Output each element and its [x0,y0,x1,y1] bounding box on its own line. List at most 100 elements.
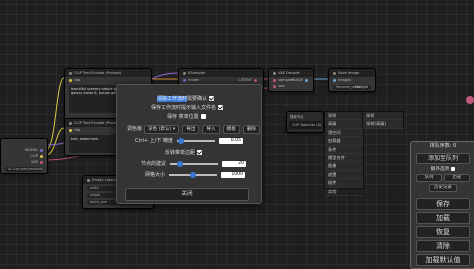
slider-knob[interactable] [176,160,183,167]
palette-label: 调色板 [127,126,143,132]
palette-export-button[interactable]: 导出 [182,125,200,134]
queue-prompt-button[interactable]: 添加至队列 [416,153,470,164]
palette-template-button[interactable]: 模板 [222,125,240,134]
category-item[interactable]: 实验 [325,188,363,197]
history-list-button[interactable]: 历史记录 [429,184,457,192]
output-port-image[interactable]: IMAGE [291,77,310,83]
subcategory-item[interactable]: 采样 [363,112,403,121]
extra-options-row[interactable]: 额外选项 [411,166,474,174]
close-button[interactable]: 关闭 [125,188,249,201]
vae-decode-node[interactable]: VAE Decode samples IMAGE vae [268,68,314,92]
input-port-model[interactable]: model LATENT [179,77,263,83]
node-collapse-dot[interactable] [87,178,90,182]
save-menu-position-checkbox[interactable] [200,114,206,119]
node-collapse-dot[interactable] [69,71,72,75]
ckpt-name-combo[interactable]: v1-5-pruned-emaonly.ckpt [5,167,43,172]
category-item[interactable]: 模型合并 [325,154,363,163]
save-menu-position-row[interactable]: 保存 菜单位置 [167,113,206,121]
port-label: IMAGE [291,78,303,82]
palette-select[interactable]: 深色 (默认) ▾ [144,125,180,134]
checkpoint-loader-node[interactable]: MODEL CLIP VAE v1-5-pruned-emaonly.ckpt [0,138,48,174]
port-dot [333,78,336,82]
port-dot [273,78,276,82]
port-label: VAE [31,160,38,164]
setting-label: 保存 菜单位置 [167,114,199,120]
palette-select-value: 深色 (默认) [148,127,172,132]
node-collapse-dot[interactable] [333,71,336,75]
setting-label: 节点的建议 [141,161,167,167]
side-menu: 排队序数: 0 添加至队列 额外选项 队列 历史 历史记录 保存 加载 恢复 清… [410,141,474,269]
node-title[interactable]: KSampler [179,69,263,77]
view-buttons: 队列 历史 [416,174,470,182]
category-item[interactable]: 加载器 [325,137,363,146]
prompt-filename-checkbox[interactable] [218,105,224,110]
input-port-clip[interactable]: clip [65,77,151,83]
port-dot [40,148,43,152]
ctrl-precision-input[interactable]: 0.05 [218,137,243,144]
setting-label: 网格大小 [145,172,166,178]
node-title[interactable]: Save Image [329,69,375,77]
palette-delete-button[interactable]: 删除 [242,125,261,134]
invert-menu-row[interactable]: 反转菜单边距 [165,149,203,157]
filename-prefix-widget[interactable]: filename_prefix ComfyUI [333,85,371,90]
grid-size-input[interactable]: 1000 [221,171,246,178]
slider-knob[interactable] [177,137,184,144]
output-port-latent[interactable]: LATENT [238,77,259,83]
category-dropdown[interactable]: 采样 高级 潜空间 加载器 条件 模型合并 图像 遮罩 插件 实验 [324,111,364,197]
port-label: MODEL [25,148,38,152]
output-port-vae[interactable]: VAE [1,159,47,165]
input-port-images[interactable]: images [329,77,375,83]
setting-label: 保存工作流时提示输入文件名 [151,105,217,111]
subcategory-item[interactable]: 采样(高级) [363,120,403,129]
save-button[interactable]: 保存 [416,198,470,210]
refresh-button[interactable]: 恢复 [416,226,470,238]
save-image-node[interactable]: Save Image images filename_prefix ComfyUI [328,68,376,92]
invert-menu-checkbox[interactable] [197,150,203,155]
extra-options-label: 额外选项 [430,167,450,172]
load-button[interactable]: 加载 [416,212,470,224]
port-dot [254,78,257,82]
subcategory-dropdown[interactable]: 采样 采样(高级) [362,111,404,129]
node-collapse-dot[interactable] [183,71,186,75]
palette-import-button[interactable]: 导入 [202,125,220,134]
search-label: 搜索节点 [290,115,304,119]
port-label: model [188,78,200,82]
category-item[interactable]: 插件 [325,179,363,188]
category-item[interactable]: 条件 [325,146,363,155]
grid-size-slider[interactable] [169,171,218,178]
confirm-clear-row[interactable]: 清除工作流时需要确认 [157,95,215,103]
snap-suggest-row: 节点的建议 20 [141,160,247,168]
ctrl-precision-slider[interactable] [176,137,215,144]
category-item[interactable]: 图像 [325,162,363,171]
category-item[interactable]: 遮罩 [325,171,363,180]
extra-options-checkbox[interactable] [451,166,456,171]
input-port-vae[interactable]: vae [269,83,313,89]
view-history-button[interactable]: 历史 [444,174,470,182]
setting-label: Ctrl+ 上/下 精度 [135,138,173,144]
load-default-button[interactable]: 加载默认值 [416,254,470,266]
category-item[interactable]: 高级 [325,120,363,129]
category-item[interactable]: 潜空间 [325,129,363,138]
node-collapse-dot[interactable] [69,121,72,125]
node-collapse-dot[interactable] [273,71,276,75]
confirm-clear-checkbox[interactable] [209,96,215,101]
search-input[interactable]: CLIP Switcher (AV) [289,121,321,129]
node-title-text: VAE Decode [278,71,300,75]
node-search-box[interactable]: 搜索节点 CLIP Switcher (AV) [286,111,324,133]
prompt-filename-row[interactable]: 保存工作流时提示输入文件名 [151,104,224,112]
node-title-text: CLIP Text Encode (Prompt) [74,71,122,75]
node-title[interactable]: VAE Decode [269,69,313,77]
view-queue-button[interactable]: 队列 [416,174,442,182]
ctrl-precision-row: Ctrl+ 上/下 精度 0.05 [135,137,243,145]
category-item[interactable]: 采样 [325,112,363,121]
clear-button[interactable]: 清除 [416,240,470,252]
port-label: images [338,78,352,82]
slider-knob[interactable] [190,171,197,178]
port-dot [40,154,43,158]
snap-suggest-slider[interactable] [170,160,219,167]
snap-suggest-input[interactable]: 20 [222,160,247,167]
port-label: CLIP [30,154,38,158]
node-title[interactable]: CLIP Text Encode (Prompt) [65,69,151,77]
input-port-samples[interactable]: samples IMAGE [269,77,313,83]
scroll-indicator-dot[interactable] [466,96,474,104]
